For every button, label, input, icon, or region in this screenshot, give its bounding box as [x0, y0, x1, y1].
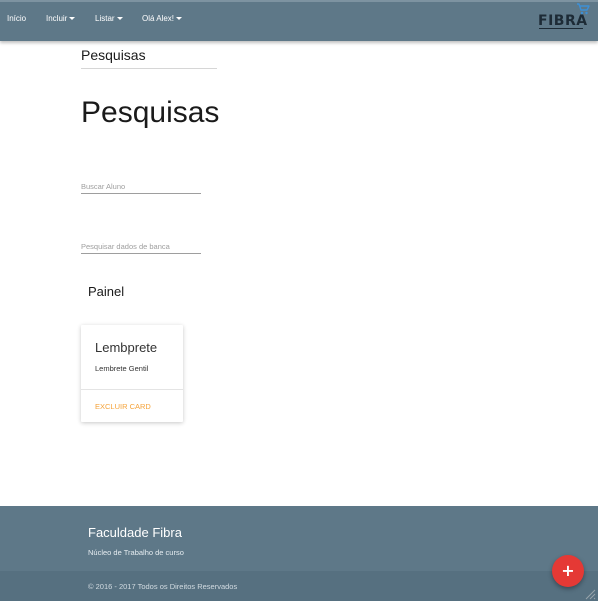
search-aluno-input[interactable] — [81, 180, 201, 194]
footer-copyright-bar: © 2016 - 2017 Todos os Direitos Reservad… — [0, 571, 598, 601]
resize-grip-icon[interactable] — [584, 588, 596, 600]
search-banca-field — [81, 236, 201, 254]
delete-card-button[interactable]: EXCLUIR CARD — [95, 402, 151, 411]
nav-item-label: Incluir — [46, 14, 68, 23]
page-title: Pesquisas — [81, 96, 220, 129]
caret-down-icon — [69, 17, 76, 21]
card-divider — [81, 389, 183, 390]
nav-item-listar[interactable]: Listar — [95, 14, 123, 23]
page-footer: Faculdade Fibra Núcleo de Trabalho de cu… — [0, 506, 598, 601]
panel-title: Painel — [88, 284, 125, 299]
nav-item-inicio[interactable]: Início — [7, 14, 26, 23]
breadcrumb-divider — [81, 68, 217, 69]
search-aluno-field — [81, 176, 201, 194]
add-icon: + — [561, 561, 575, 580]
card-text: Lembrete Gentil — [95, 364, 149, 373]
card-title: Lembprete — [95, 340, 158, 355]
caret-down-icon — [176, 17, 183, 21]
footer-title: Faculdade Fibra — [88, 525, 182, 540]
footer-subtitle: Núcleo de Trabalho de curso — [88, 548, 184, 557]
nav-item-label: Início — [7, 14, 27, 23]
cart-icon[interactable] — [576, 3, 590, 15]
add-fab-button[interactable]: + — [552, 555, 584, 587]
reminder-card: Lembprete Lembrete Gentil EXCLUIR CARD — [81, 325, 183, 422]
brand-logo[interactable]: FIBRA — [538, 13, 588, 29]
nav-item-user-menu[interactable]: Olá Alex! — [142, 14, 183, 23]
navbar-top-line — [0, 0, 598, 2]
breadcrumb-title: Pesquisas — [81, 47, 146, 63]
footer-copyright: © 2016 - 2017 Todos os Direitos Reservad… — [88, 582, 238, 591]
nav-item-incluir[interactable]: Incluir — [46, 14, 76, 23]
top-navbar: Início Incluir Listar Olá Alex! FIBRA — [0, 0, 598, 41]
brand-logo-underline — [539, 28, 583, 29]
caret-down-icon — [116, 17, 123, 21]
nav-item-label: Listar — [95, 14, 115, 23]
nav-item-label: Olá Alex! — [142, 14, 175, 23]
search-banca-input[interactable] — [81, 240, 201, 254]
